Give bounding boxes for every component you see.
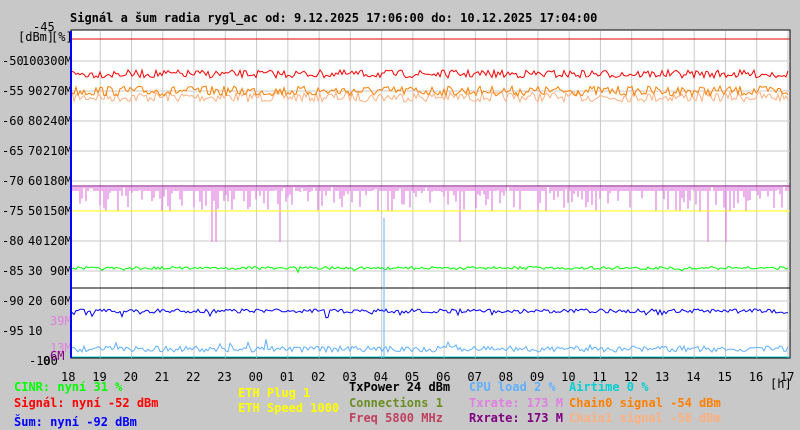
x-tick-label: 16: [749, 370, 763, 384]
y-tick-pct: 100: [22, 54, 44, 68]
y-tick-rate: 210M: [43, 144, 72, 158]
x-tick-label: 21: [155, 370, 169, 384]
y-tick-pct: 40: [28, 234, 42, 248]
y-tick-pct: 80: [28, 114, 42, 128]
x-tick-label: 13: [655, 370, 669, 384]
y-tick-pct: 90: [28, 84, 42, 98]
y-tick-rate: 270M: [43, 84, 72, 98]
y-tick-pct: 10: [28, 324, 42, 338]
legend-signal: Signál: nyní -52 dBm: [14, 396, 159, 410]
y-tick-pct: 20: [28, 294, 42, 308]
legend-eth-plug: ETH Plug 1: [238, 386, 311, 400]
y-tick-dbm: -55: [2, 84, 24, 98]
y-tick-rate: 300M: [43, 54, 72, 68]
legend-chain1: Chain1 signal -56 dBm: [569, 411, 721, 425]
legend-eth-speed: ETH Speed 1000: [238, 401, 340, 415]
y-tick-dbm: -85: [2, 264, 24, 278]
y-unit-dbm: [dBm]: [18, 30, 55, 44]
y-mark-extra: 39M: [50, 314, 72, 328]
y-tick-dbm: -80: [2, 234, 24, 248]
y-tick-rate: 120M: [43, 234, 72, 248]
y-unit-pct: [%]: [51, 30, 73, 44]
x-tick-label: 01: [280, 370, 294, 384]
y-tick-rate: 180M: [43, 174, 72, 188]
legend-txpower: TxPower 24 dBm: [349, 380, 451, 394]
y-tick-dbm: -60: [2, 114, 24, 128]
y-tick-pct: 60: [28, 174, 42, 188]
legend-cpu: CPU load 2 %: [469, 380, 556, 394]
y-tick-dbm: -75: [2, 204, 24, 218]
legend-chain0: Chain0 signal -54 dBm: [569, 396, 721, 410]
x-tick-label: 23: [217, 370, 231, 384]
x-tick-label: 02: [311, 370, 325, 384]
x-tick-label: 20: [124, 370, 138, 384]
x-tick-label: 00: [249, 370, 263, 384]
legend-rxrate: Rxrate: 173 M: [469, 411, 563, 425]
legend-airtime: Airtime 0 %: [569, 380, 649, 394]
y-tick-dbm: -65: [2, 144, 24, 158]
legend-cinr: CINR: nyní 31 %: [14, 380, 123, 394]
y-tick-rate: 90M: [50, 264, 72, 278]
legend-txrate: Txrate: 173 M: [469, 396, 563, 410]
x-tick-label: 14: [686, 370, 700, 384]
x-tick-label: 15: [717, 370, 731, 384]
legend-connections: Connections 1: [349, 396, 443, 410]
y-tick-rate: 150M: [43, 204, 72, 218]
legend-noise: Šum: nyní -92 dBm: [14, 415, 137, 429]
y-tick-dbm: -70: [2, 174, 24, 188]
y-tick-pct: 30: [28, 264, 42, 278]
x-unit: [h]: [770, 377, 792, 391]
x-tick-label: 22: [186, 370, 200, 384]
y-tick-pct: 50: [28, 204, 42, 218]
y-tick-pct: 70: [28, 144, 42, 158]
y-tick-dbm: -50: [2, 54, 24, 68]
y-tick-rate: 60M: [50, 294, 72, 308]
y-tick-dbm: -95: [2, 324, 24, 338]
legend-freq: Freq 5800 MHz: [349, 411, 443, 425]
chart-image: Signál a šum radia rygl_ac od: 9.12.2025…: [0, 0, 800, 430]
y-tick-dbm: -90: [2, 294, 24, 308]
y-mark-extra: 6M: [50, 349, 64, 363]
y-tick-rate: 240M: [43, 114, 72, 128]
plot-area: -45-50-55-60-65-70-75-80-85-90-95-100100…: [2, 20, 794, 384]
